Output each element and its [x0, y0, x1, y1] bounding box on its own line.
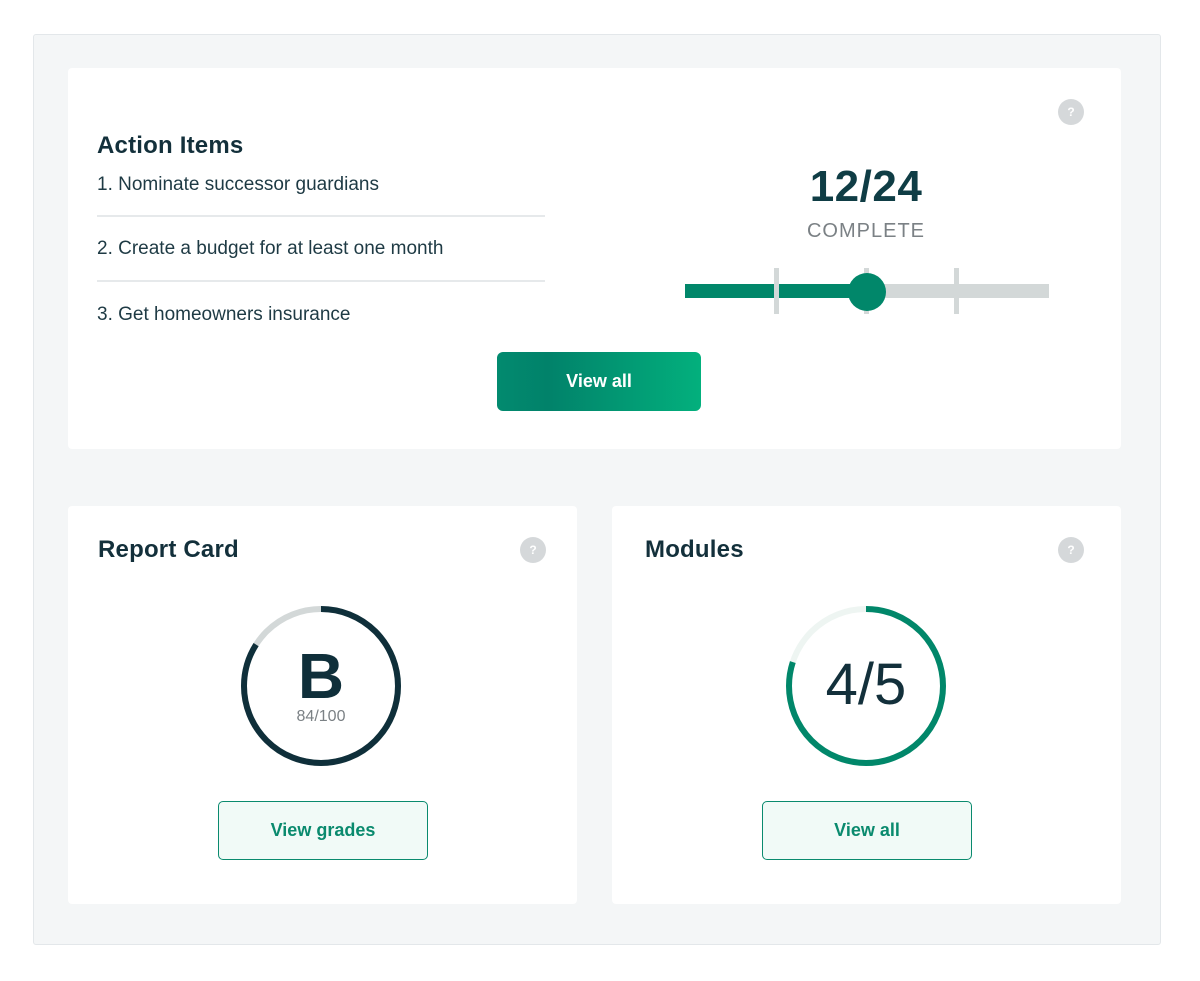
modules-ring: 4/5 — [785, 605, 947, 767]
progress-label: COMPLETE — [806, 220, 926, 242]
progress-tick — [954, 268, 959, 314]
view-all-modules-button[interactable]: View all — [762, 801, 972, 860]
help-icon[interactable]: ? — [520, 537, 546, 563]
action-items-title: Action Items — [97, 132, 244, 159]
progress-tick — [774, 268, 779, 314]
view-grades-button[interactable]: View grades — [218, 801, 428, 860]
action-item[interactable]: 1. Nominate successor guardians — [97, 172, 545, 217]
progress-thumb[interactable] — [848, 273, 886, 311]
action-items-card: ? Action Items 1. Nominate successor gua… — [68, 68, 1121, 449]
report-card: Report Card ? B 84/100 View grades — [68, 506, 577, 904]
grade-letter: B — [297, 640, 345, 712]
grade-ring: B 84/100 — [240, 605, 402, 767]
help-icon[interactable]: ? — [1058, 537, 1084, 563]
progress-count: 12/24 — [809, 162, 923, 211]
report-card-title: Report Card — [98, 536, 239, 563]
modules-title: Modules — [645, 536, 744, 563]
action-item[interactable]: 2. Create a budget for at least one mont… — [97, 217, 545, 282]
help-icon[interactable]: ? — [1058, 99, 1084, 125]
grade-score: 84/100 — [296, 708, 346, 725]
dashboard-frame: ? Action Items 1. Nominate successor gua… — [33, 34, 1161, 945]
modules-count: 4/5 — [825, 652, 907, 717]
view-all-action-items-button[interactable]: View all — [497, 352, 701, 411]
action-items-list: 1. Nominate successor guardians 2. Creat… — [97, 172, 545, 347]
progress-slider[interactable] — [685, 268, 1049, 314]
modules-card: Modules ? 4/5 View all — [612, 506, 1121, 904]
action-item[interactable]: 3. Get homeowners insurance — [97, 282, 545, 347]
